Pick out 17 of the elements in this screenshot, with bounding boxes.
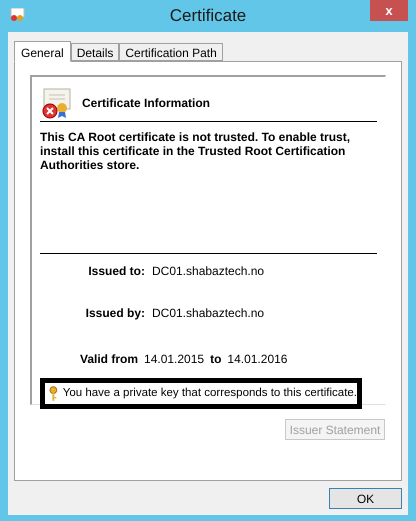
- private-key-text: You have a private key that corresponds to this certificate.: [62, 386, 357, 401]
- window-title: Certificate: [170, 5, 246, 28]
- tab[interactable]: Details: [70, 43, 120, 61]
- field-label: Issued to:: [87, 263, 145, 280]
- close-button[interactable]: x: [370, 0, 408, 21]
- field-value: DC01.shabaztech.no: [152, 263, 264, 280]
- ok-button[interactable]: OK: [329, 488, 402, 509]
- field-value: 14.01.2016: [227, 351, 288, 368]
- field-label: to: [210, 351, 222, 368]
- tab[interactable]: Certification Path: [119, 43, 223, 61]
- trust-message: This CA Root certificate is not trusted. To enable trust, install this certificate in the Trusted Root Certification Authorities store.: [40, 130, 352, 172]
- tab[interactable]: General: [14, 41, 71, 62]
- field-label: Issued by:: [84, 305, 145, 322]
- field-label: Valid from: [80, 351, 138, 368]
- info-heading: Certificate Information: [82, 95, 210, 112]
- field-value: DC01.shabaztech.no: [152, 305, 264, 322]
- field-value: 14.01.2015: [144, 351, 204, 368]
